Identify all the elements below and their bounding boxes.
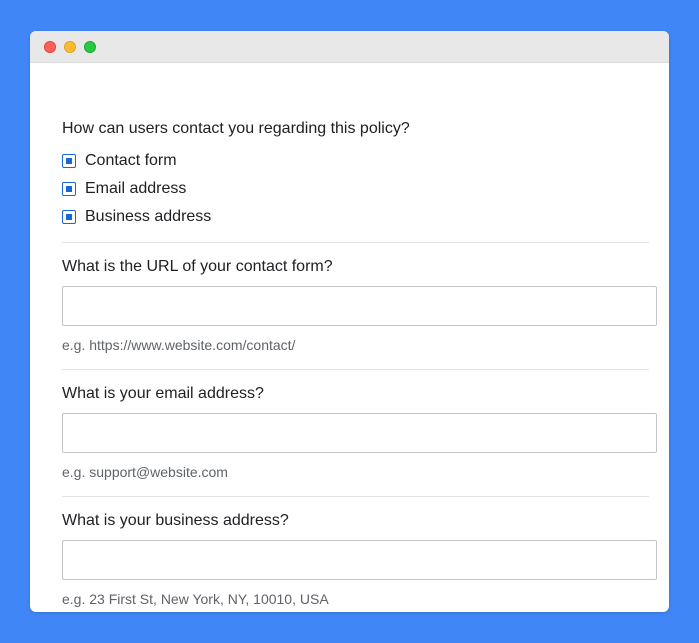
maximize-window-icon[interactable] xyxy=(84,41,96,53)
browser-window: How can users contact you regarding this… xyxy=(30,31,669,612)
close-window-icon[interactable] xyxy=(44,41,56,53)
email-address-input[interactable] xyxy=(62,413,657,453)
window-titlebar xyxy=(30,31,669,63)
section-divider xyxy=(62,496,649,497)
contact-form-checkbox[interactable] xyxy=(62,154,76,168)
section-divider xyxy=(62,369,649,370)
contact-form-url-hint: e.g. https://www.website.com/contact/ xyxy=(62,337,296,353)
business-address-hint: e.g. 23 First St, New York, NY, 10010, U… xyxy=(62,591,329,607)
contact-form-url-input[interactable] xyxy=(62,286,657,326)
email-address-hint: e.g. support@website.com xyxy=(62,464,228,480)
option-business-address[interactable]: Business address xyxy=(62,207,211,227)
business-address-input[interactable] xyxy=(62,540,657,580)
business-address-checkbox[interactable] xyxy=(62,210,76,224)
contact-methods-question: How can users contact you regarding this… xyxy=(62,120,410,137)
section-divider xyxy=(62,242,649,243)
contact-form-label: Contact form xyxy=(85,152,177,169)
business-address-label: Business address xyxy=(85,208,212,225)
option-contact-form[interactable]: Contact form xyxy=(62,151,177,171)
option-email-address[interactable]: Email address xyxy=(62,179,186,199)
email-address-question: What is your email address? xyxy=(62,385,264,402)
business-address-question: What is your business address? xyxy=(62,512,289,529)
email-address-checkbox[interactable] xyxy=(62,182,76,196)
email-address-label: Email address xyxy=(85,180,187,197)
minimize-window-icon[interactable] xyxy=(64,41,76,53)
contact-form-url-question: What is the URL of your contact form? xyxy=(62,258,333,275)
